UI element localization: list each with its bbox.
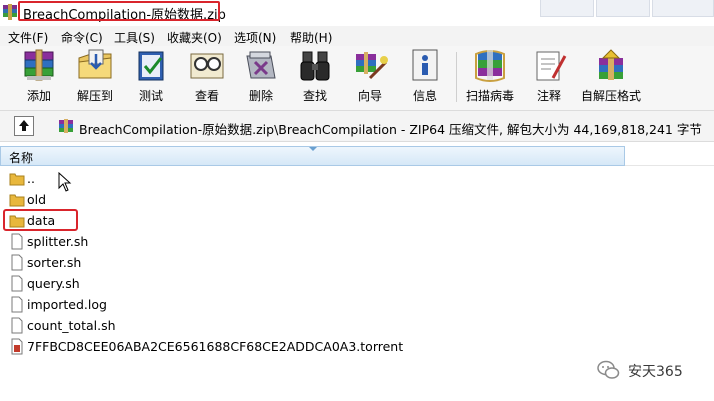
title-bar: BreachCompilation-原始数据.zip [0, 0, 714, 25]
file-icon [11, 296, 23, 313]
up-arrow-icon [19, 120, 29, 131]
virus-scan-button[interactable]: 扫描病毒 [462, 48, 518, 108]
delete-icon [246, 51, 276, 79]
menu-favorites[interactable]: 收藏夹(O) [167, 29, 222, 46]
menu-options[interactable]: 选项(N) [234, 29, 276, 46]
close-button[interactable] [652, 0, 714, 17]
extract-to-button[interactable]: 解压到 [70, 48, 120, 108]
minimize-button[interactable] [540, 0, 594, 17]
list-item-folder[interactable]: old [0, 189, 620, 210]
test-icon [138, 51, 164, 81]
item-name: splitter.sh [27, 234, 89, 249]
item-name: old [27, 192, 47, 207]
comment-label: 注释 [536, 89, 561, 103]
sfx-label: 自解压格式 [580, 89, 641, 103]
list-item-file[interactable]: count_total.sh [0, 315, 620, 336]
archive-icon [59, 119, 73, 133]
winrar-app-icon[interactable] [2, 4, 18, 20]
menu-help[interactable]: 帮助(H) [290, 29, 332, 46]
maximize-button[interactable] [596, 0, 650, 17]
menu-commands[interactable]: 命令(C) [61, 29, 103, 46]
list-item-file[interactable]: query.sh [0, 273, 620, 294]
item-name: query.sh [27, 276, 80, 291]
toolbar-separator [456, 52, 457, 102]
wizard-label: 向导 [357, 89, 382, 103]
add-label: 添加 [26, 89, 51, 103]
title-highlight-box [18, 1, 220, 21]
wizard-button[interactable]: 向导 [344, 48, 396, 108]
file-icon [11, 317, 23, 334]
view-button[interactable]: 查看 [182, 48, 232, 108]
find-button[interactable]: 查找 [290, 48, 340, 108]
find-binoculars-icon [300, 51, 330, 81]
sfx-icon [599, 49, 623, 80]
list-item-file[interactable]: sorter.sh [0, 252, 620, 273]
item-name: imported.log [27, 297, 107, 312]
test-button[interactable]: 测试 [126, 48, 176, 108]
torrent-file-icon [11, 338, 23, 355]
wizard-icon [356, 52, 388, 80]
folder-icon [9, 194, 25, 207]
info-icon [412, 49, 438, 81]
column-header-name[interactable]: 名称 [0, 146, 625, 166]
item-name: count_total.sh [27, 318, 116, 333]
sfx-button[interactable]: 自解压格式 [578, 48, 644, 108]
find-label: 查找 [302, 89, 327, 103]
view-icon [190, 53, 224, 79]
column-name-label: 名称 [9, 151, 34, 165]
comment-button[interactable]: 注释 [524, 48, 574, 108]
delete-label: 删除 [248, 89, 273, 103]
mouse-cursor-icon [58, 172, 72, 192]
file-icon [11, 254, 23, 271]
list-item-file[interactable]: imported.log [0, 294, 620, 315]
info-button[interactable]: 信息 [400, 48, 450, 108]
virus-scan-label: 扫描病毒 [465, 89, 514, 103]
wechat-icon [597, 360, 620, 379]
data-highlight-box [3, 209, 78, 231]
virus-scan-icon [475, 50, 505, 82]
toolbar: 添加 解压到 测试 查看 删除 查找 向导 信息 扫描病毒 注释 自解压格式 [0, 46, 714, 111]
item-name: 7FFBCD8CEE06ABA2CE6561688CF68CE2ADDCA0A3… [27, 339, 404, 354]
item-name: .. [27, 171, 35, 186]
list-item-file[interactable]: splitter.sh [0, 231, 620, 252]
file-icon [11, 233, 23, 250]
folder-up-icon [9, 173, 25, 186]
comment-icon [536, 51, 567, 81]
watermark-text: 安天365 [628, 364, 683, 380]
window-controls [540, 0, 714, 18]
list-item-parent[interactable]: .. [0, 168, 620, 189]
column-header-empty [625, 146, 714, 166]
item-name: sorter.sh [27, 255, 82, 270]
info-label: 信息 [412, 89, 437, 103]
file-icon [11, 275, 23, 292]
list-item-folder[interactable]: data [0, 210, 620, 231]
add-books-icon [24, 49, 54, 81]
view-label: 查看 [194, 89, 219, 103]
extract-to-label: 解压到 [76, 89, 113, 103]
menu-file[interactable]: 文件(F) [8, 29, 48, 46]
archive-path: BreachCompilation-原始数据.zip\BreachCompila… [79, 122, 702, 137]
up-folder-button[interactable] [14, 116, 34, 136]
menu-tools[interactable]: 工具(S) [114, 29, 155, 46]
delete-button[interactable]: 删除 [236, 48, 286, 108]
menu-bar: 文件(F) 命令(C) 工具(S) 收藏夹(O) 选项(N) 帮助(H) [0, 26, 714, 47]
address-bar: BreachCompilation-原始数据.zip\BreachCompila… [0, 111, 714, 142]
add-button[interactable]: 添加 [14, 48, 64, 108]
list-item-file[interactable]: 7FFBCD8CEE06ABA2CE6561688CF68CE2ADDCA0A3… [0, 336, 620, 357]
sort-arrow-icon [309, 147, 317, 151]
extract-to-icon [78, 49, 112, 79]
test-label: 测试 [138, 89, 163, 103]
